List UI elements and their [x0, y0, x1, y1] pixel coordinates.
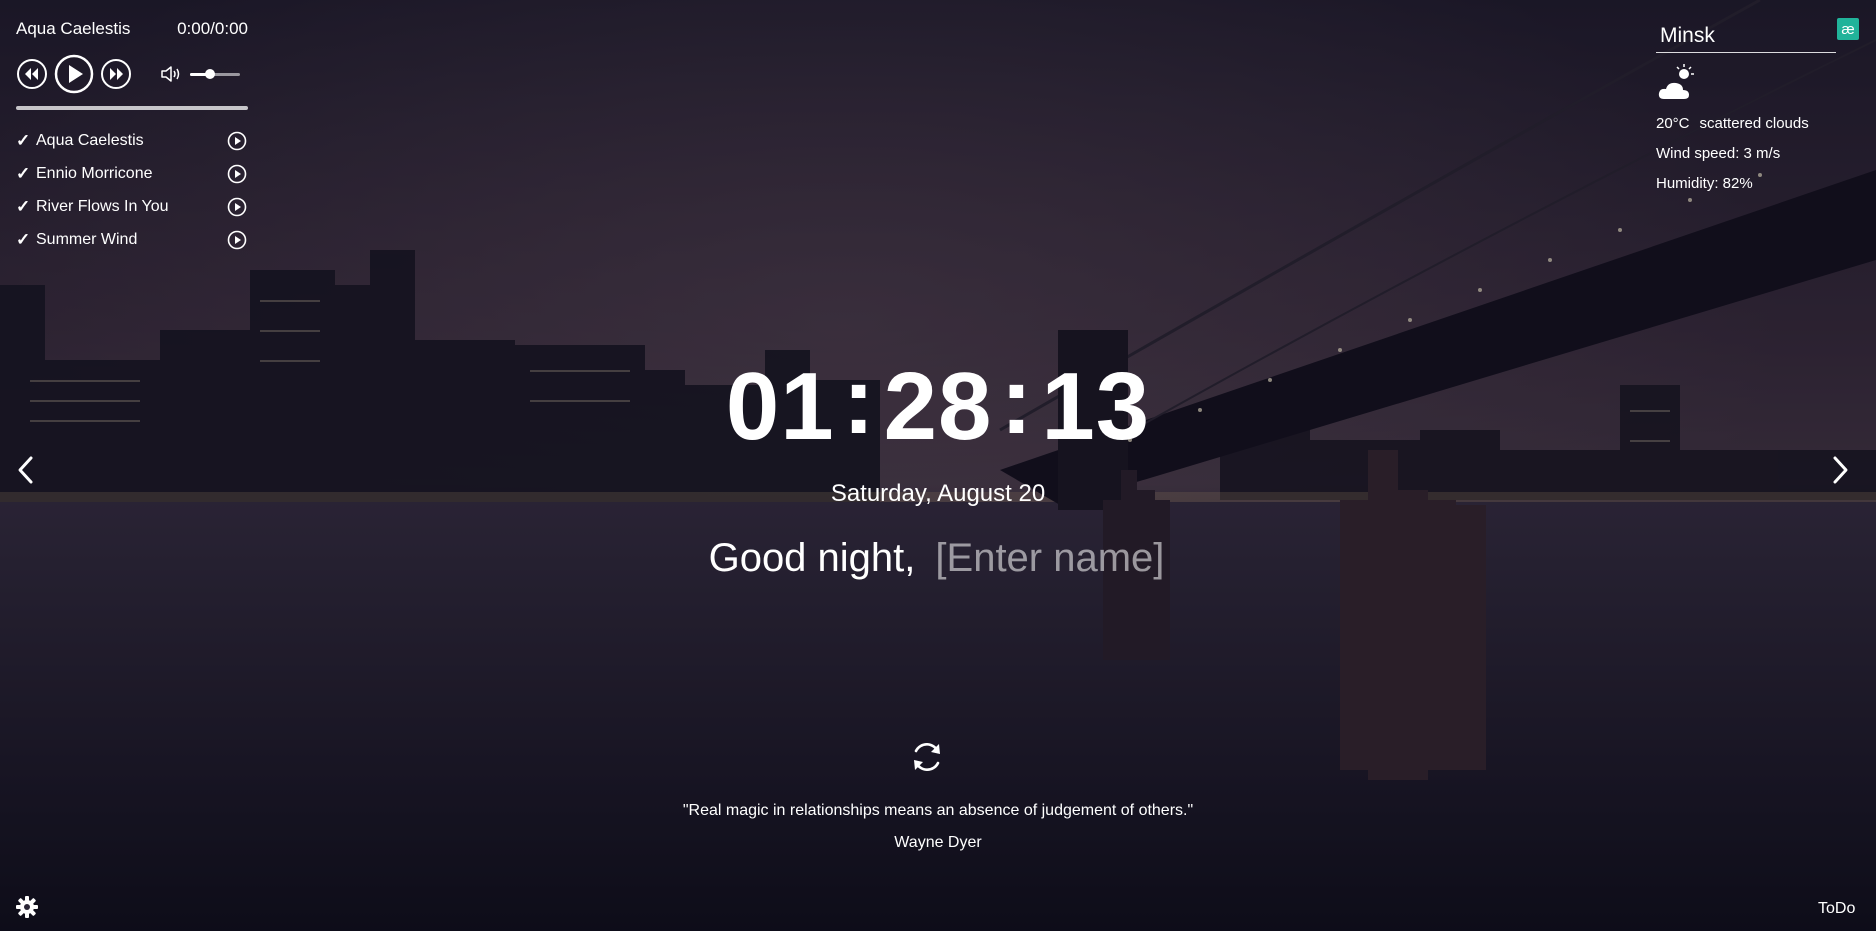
background-image [0, 0, 1876, 931]
wind-speed: Wind speed: 3 m/s [1656, 145, 1781, 162]
playlist-item-play-button[interactable] [226, 130, 248, 152]
todo-button[interactable]: ToDo [1818, 900, 1855, 918]
play-button[interactable] [54, 54, 94, 94]
playlist-item-play-button[interactable] [226, 196, 248, 218]
quote-author: Wayne Dyer [894, 834, 982, 851]
volume-slider-thumb[interactable] [205, 68, 215, 79]
date: Saturday, August 20 [830, 480, 1046, 507]
check-icon: ✓ [16, 130, 31, 150]
check-icon: ✓ [16, 229, 31, 249]
clock-separator: : [842, 347, 876, 454]
playlist-item[interactable]: ✓ Summer Wind [16, 223, 248, 256]
play-circle-icon [227, 131, 247, 150]
gear-icon [16, 896, 38, 918]
playlist: ✓ Aqua Caelestis ✓ Ennio Morricone ✓ Riv… [16, 124, 248, 256]
quote-text: "Real magic in relationships means an ab… [682, 802, 1194, 819]
greeting-text: Good night, [708, 536, 916, 580]
playlist-item-play-button[interactable] [226, 229, 248, 251]
next-track-button[interactable] [100, 58, 132, 90]
previous-track-button[interactable] [16, 58, 48, 90]
play-circle-icon [227, 197, 247, 216]
clock-minutes: 28 [883, 353, 993, 460]
check-icon: ✓ [16, 196, 31, 216]
refresh-quote-button[interactable] [908, 738, 946, 776]
playlist-item-title: River Flows In You [36, 197, 169, 215]
playlist-item-title: Aqua Caelestis [36, 131, 144, 149]
track-progress-bar[interactable] [16, 106, 248, 110]
speaker-icon [161, 66, 180, 82]
refresh-icon [914, 742, 940, 772]
playlist-item-title: Ennio Morricone [36, 164, 153, 182]
check-icon: ✓ [16, 163, 31, 183]
cloud-moon-icon [1656, 63, 1856, 107]
playlist-item[interactable]: ✓ Aqua Caelestis [16, 124, 248, 157]
playlist-item[interactable]: ✓ River Flows In You [16, 190, 248, 223]
weather-summary: 20°C scattered clouds [1656, 115, 1856, 137]
mute-button[interactable] [160, 64, 182, 84]
clock-hours: 01 [725, 353, 835, 460]
playlist-item-play-button[interactable] [226, 163, 248, 185]
fast-forward-icon [101, 59, 131, 89]
humidity: Humidity: 82% [1656, 175, 1753, 192]
city-input[interactable] [1656, 20, 1836, 53]
play-icon [54, 54, 94, 94]
rewind-icon [17, 59, 47, 89]
clock: 01:28:13 [0, 347, 1876, 462]
language-toggle-button[interactable]: æ [1837, 18, 1859, 40]
greeting: Good night, [0, 536, 1876, 581]
name-input[interactable] [935, 536, 1168, 581]
playlist-item[interactable]: ✓ Ennio Morricone [16, 157, 248, 190]
current-track-title: Aqua Caelestis [16, 19, 131, 38]
play-circle-icon [227, 164, 247, 183]
track-time: 0:00/0:00 [177, 19, 248, 38]
weather-widget: 20°C scattered clouds Wind speed: 3 m/s H… [1656, 20, 1856, 197]
audio-player: Aqua Caelestis 0:00/0:00 ✓ Aqua Caelesti… [16, 18, 248, 256]
play-circle-icon [227, 230, 247, 249]
clock-seconds: 13 [1041, 353, 1151, 460]
temperature: 20°C [1656, 115, 1690, 132]
weather-description: scattered clouds [1699, 115, 1809, 132]
settings-button[interactable] [15, 895, 39, 919]
volume-slider[interactable] [190, 68, 240, 79]
player-header: Aqua Caelestis 0:00/0:00 [16, 18, 248, 40]
player-controls [16, 54, 248, 94]
volume-control [160, 64, 240, 84]
playlist-item-title: Summer Wind [36, 230, 138, 248]
clock-separator: : [1000, 347, 1034, 454]
